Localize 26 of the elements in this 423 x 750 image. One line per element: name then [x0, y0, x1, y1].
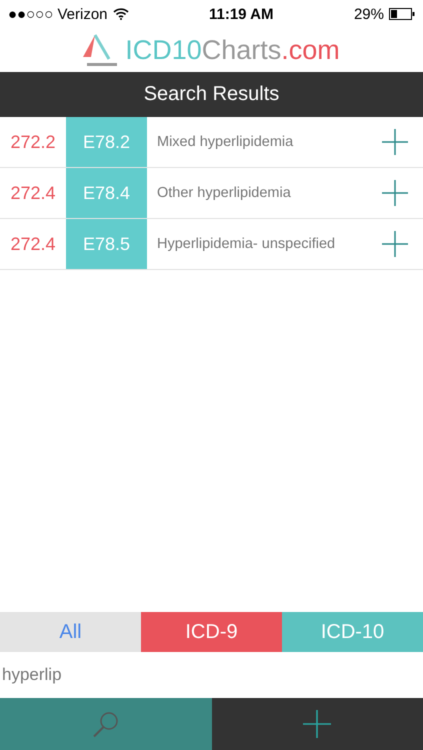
diagnosis-description: Other hyperlipidemia: [156, 184, 292, 203]
icd10-code: E78.5: [66, 219, 147, 269]
filter-tab[interactable]: All: [0, 612, 141, 652]
carrier-label: ●●○○○ Verizon: [8, 6, 128, 22]
icd9-code: 272.4: [9, 182, 57, 204]
wifi-icon: [112, 8, 128, 20]
icd9-code: 272.2: [9, 130, 57, 154]
diagnosis-description: Mixed hyperlipidemia: [156, 133, 294, 152]
battery-label: 29%: [354, 6, 415, 22]
search-tab[interactable]: [0, 698, 212, 750]
battery-icon: [388, 8, 415, 20]
icd10-code: E78.4: [66, 168, 147, 218]
search-icon: [92, 710, 120, 738]
diagnosis-description: Hyperlipidemia- unspecified: [156, 235, 336, 254]
plus-icon: [382, 231, 408, 257]
add-tab[interactable]: [212, 698, 423, 750]
filter-tab[interactable]: ICD-10: [282, 612, 423, 652]
clock-time: 11:19 AM: [208, 6, 274, 22]
icd10-code: E78.2: [66, 117, 147, 167]
icd9-code: 272.4: [9, 232, 57, 256]
header-title: Search Results: [144, 83, 280, 106]
plus-icon: [382, 180, 408, 206]
plus-icon: [382, 129, 408, 155]
logo-text: ICD10Charts.com: [125, 34, 340, 66]
filter-tab[interactable]: ICD-9: [141, 612, 282, 652]
plus-icon: [303, 710, 332, 738]
